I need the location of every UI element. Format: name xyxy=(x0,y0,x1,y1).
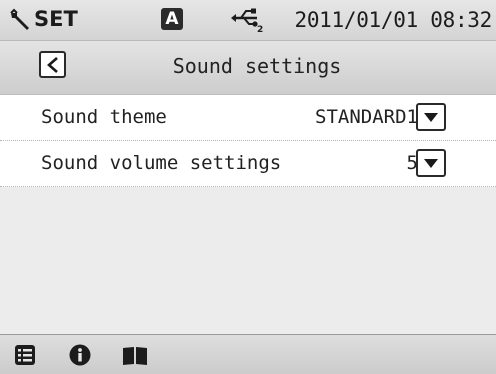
triangle-down-icon xyxy=(424,113,438,122)
page-title: Sound settings xyxy=(172,54,342,78)
settings-list: Sound theme STANDARD1 Sound volume setti… xyxy=(0,95,496,187)
setting-value: STANDARD1 xyxy=(315,106,418,128)
usb-icon: 2 xyxy=(231,8,263,33)
setting-label: Sound volume settings xyxy=(41,152,282,174)
svg-text:2: 2 xyxy=(257,25,263,33)
info-icon[interactable] xyxy=(69,344,91,366)
setting-row-sound-theme[interactable]: Sound theme STANDARD1 xyxy=(0,95,496,141)
title-bar: Sound settings xyxy=(0,41,496,95)
status-bar: SET A 2 2011/01/01 08:32 xyxy=(0,0,496,41)
a-badge: A xyxy=(161,8,183,30)
list-icon[interactable] xyxy=(14,344,36,366)
sound-volume-dropdown[interactable] xyxy=(416,149,446,177)
bottom-toolbar xyxy=(0,334,496,374)
setting-row-sound-volume[interactable]: Sound volume settings 5 xyxy=(0,141,496,187)
sound-settings-screen: SET A 2 2011/01/01 08:32 Sound settings … xyxy=(0,0,496,374)
triangle-down-icon xyxy=(424,159,438,168)
datetime: 2011/01/01 08:32 xyxy=(294,8,493,32)
empty-area xyxy=(0,187,496,334)
mode-label: SET xyxy=(34,7,78,31)
wrench-icon xyxy=(10,8,29,30)
manual-book-icon[interactable] xyxy=(122,344,148,366)
sound-theme-dropdown[interactable] xyxy=(416,103,446,131)
setting-label: Sound theme xyxy=(41,106,167,128)
